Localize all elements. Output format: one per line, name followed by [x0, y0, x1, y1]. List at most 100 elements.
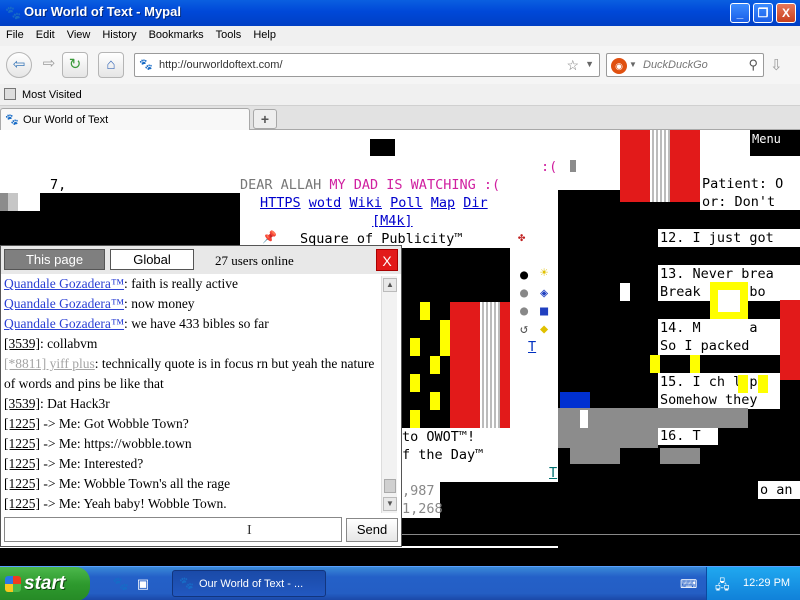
url-bar[interactable]: 🐾 ☆ ▼	[134, 53, 600, 77]
canvas-yellow-block	[410, 410, 420, 428]
bullet-grey-icon: ●	[520, 285, 529, 301]
reload-button[interactable]: ↻	[62, 52, 88, 78]
link-dir[interactable]: Dir	[463, 195, 487, 211]
link-https[interactable]: HTTPS	[260, 195, 301, 211]
canvas-yellow-block	[758, 375, 768, 393]
taskbar-window-label: Our World of Text - ...	[199, 578, 304, 590]
canvas-yellow-block	[440, 320, 450, 356]
canvas-link-t2[interactable]: T	[549, 464, 557, 482]
menu-bookmarks[interactable]: Bookmarks	[143, 26, 210, 41]
chat-nick[interactable]: Quandale Gozadera™	[4, 276, 124, 291]
chat-scrollbar[interactable]: ▲ ▼	[381, 276, 397, 513]
close-window-button[interactable]: X	[776, 3, 796, 23]
canvas-yellow-block	[430, 356, 440, 374]
chat-close-button[interactable]: X	[376, 249, 398, 271]
menu-help[interactable]: Help	[247, 26, 282, 41]
chat-message: Quandale Gozadera™: we have 433 bibles s…	[4, 314, 379, 334]
canvas-text-frown: :(	[541, 159, 558, 175]
menu-file[interactable]: File	[0, 26, 30, 41]
menu-edit[interactable]: Edit	[30, 26, 61, 41]
canvas-yellow-block	[690, 355, 700, 373]
chat-nick[interactable]: Quandale Gozadera™	[4, 296, 124, 311]
chat-sep: -> Me:	[40, 476, 84, 491]
canvas-black-block	[0, 211, 240, 246]
chat-nick[interactable]: [1225]	[4, 496, 40, 511]
chat-message: [1225] -> Me: Got Wobble Town?	[4, 414, 379, 434]
taskbar-window-button[interactable]: 🐾 Our World of Text - ...	[172, 570, 326, 597]
canvas-yellow-block	[410, 374, 420, 392]
link-wotd[interactable]: wotd	[309, 195, 342, 211]
maximize-button[interactable]: ❐	[753, 3, 773, 23]
chat-input[interactable]: I	[4, 517, 342, 542]
chat-panel: This page Global 27 users online X Quand…	[0, 245, 402, 547]
canvas-text-packed: So I packed	[660, 338, 750, 354]
new-tab-button[interactable]: +	[253, 109, 277, 129]
search-input[interactable]	[643, 57, 743, 73]
engine-dropdown-icon[interactable]: ▼	[629, 60, 637, 69]
chat-text: faith is really active	[131, 276, 239, 291]
canvas-red-bar	[620, 130, 650, 202]
back-button[interactable]: ⇦	[6, 52, 32, 78]
canvas-yellow-block	[420, 302, 430, 320]
canvas-grey-band	[558, 428, 658, 448]
canvas-link-t[interactable]: T	[528, 338, 536, 356]
quicklaunch-browser-icon[interactable]: 🐾	[112, 575, 130, 593]
chat-nick[interactable]: [3539]	[4, 336, 40, 351]
most-visited-bookmark[interactable]: Most Visited	[22, 89, 82, 101]
canvas-black-block	[402, 518, 800, 546]
chat-message: [1225] -> Me: Interested?	[4, 454, 379, 474]
tray-network-icon[interactable]: 🖧	[715, 576, 730, 598]
tray-clock[interactable]: 12:29 PM	[743, 577, 790, 589]
chat-nick[interactable]: [1225]	[4, 476, 40, 491]
keyboard-icon[interactable]: ⌨	[680, 577, 697, 591]
text-cursor-icon: I	[247, 523, 252, 538]
link-m4k[interactable]: [M4k]	[372, 212, 413, 230]
tab-our-world-of-text[interactable]: 🐾 Our World of Text	[0, 108, 250, 131]
canvas-red-bar	[780, 300, 800, 380]
canvas-white-block	[18, 193, 40, 211]
dear-allah-prefix: DEAR ALLAH	[240, 177, 330, 193]
scroll-down-icon[interactable]: ▼	[383, 497, 397, 511]
quicklaunch-desktop-icon[interactable]: ▣	[134, 575, 152, 593]
canvas-text-dear-allah: DEAR ALLAH MY DAD IS WATCHING :(	[240, 176, 500, 194]
link-wiki[interactable]: Wiki	[349, 195, 382, 211]
canvas-yellow-block	[738, 375, 748, 393]
forward-button[interactable]: ⇨	[36, 52, 62, 78]
url-input[interactable]	[159, 57, 539, 73]
chat-tab-global[interactable]: Global	[110, 249, 194, 270]
scroll-up-icon[interactable]: ▲	[383, 278, 397, 292]
home-button[interactable]: ⌂	[98, 52, 124, 78]
canvas-yellow-block	[650, 355, 660, 373]
canvas-text-line-13: 13. Never brea	[660, 266, 774, 282]
chat-nick[interactable]: [*8811] yiff plus	[4, 356, 95, 371]
search-bar[interactable]: ◉ ▼ ⚲	[606, 53, 764, 77]
duckduckgo-icon[interactable]: ◉	[611, 58, 627, 74]
chat-nick[interactable]: [3539]	[4, 396, 40, 411]
canvas-blue-block	[560, 392, 590, 408]
start-button[interactable]: start	[0, 567, 90, 600]
menu-view[interactable]: View	[61, 26, 97, 41]
menu-history[interactable]: History	[96, 26, 142, 41]
minimize-button[interactable]: _	[730, 3, 750, 23]
menu-tools[interactable]: Tools	[210, 26, 248, 41]
system-tray: 🖧 12:29 PM	[706, 567, 800, 600]
search-icon[interactable]: ⚲	[748, 57, 758, 73]
chat-nick[interactable]: [1225]	[4, 436, 40, 451]
link-map[interactable]: Map	[431, 195, 455, 211]
owot-menu-button[interactable]: Menu	[752, 130, 781, 148]
canvas-text-owot: to OWOT™!	[402, 429, 476, 445]
link-poll[interactable]: Poll	[390, 195, 423, 211]
canvas-text-line-16: 16. T	[660, 428, 701, 444]
chat-log[interactable]: Quandale Gozadera™: faith is really acti…	[4, 274, 379, 514]
chat-nick[interactable]: [1225]	[4, 416, 40, 431]
chat-nick[interactable]: [1225]	[4, 456, 40, 471]
bookmark-star-icon[interactable]: ☆	[566, 57, 579, 74]
chat-nick[interactable]: Quandale Gozadera™	[4, 316, 124, 331]
send-button[interactable]: Send	[346, 518, 398, 542]
chat-tab-this-page[interactable]: This page	[4, 249, 105, 270]
url-dropdown-icon[interactable]: ▼	[585, 59, 594, 69]
chat-message: [3539]: collabvm	[4, 334, 379, 354]
downloads-icon[interactable]: ⇩	[770, 56, 783, 74]
scroll-thumb[interactable]	[384, 479, 396, 493]
canvas-link-row: HTTPS wotd Wiki Poll Map Dir	[260, 194, 488, 212]
